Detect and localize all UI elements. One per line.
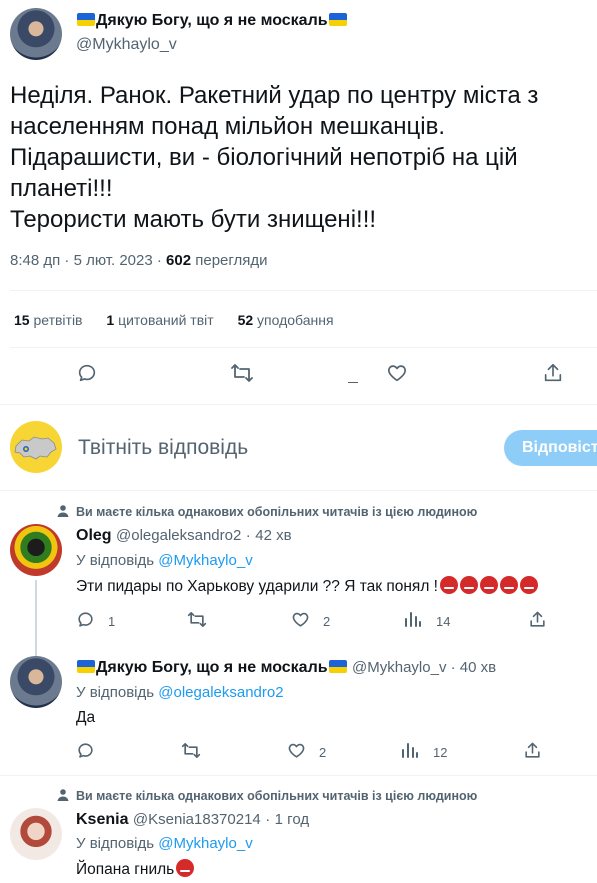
tweet-text-line: Терористи мають бути знищені!!! bbox=[10, 206, 377, 233]
reply-icon[interactable] bbox=[76, 362, 98, 384]
tweet-text-line: населенням понад мільйон мешканців. bbox=[10, 113, 446, 140]
reply-header: Ksenia @Ksenia18370214 · 1 год bbox=[76, 811, 310, 828]
person-icon bbox=[56, 788, 70, 802]
my-avatar[interactable] bbox=[10, 421, 62, 473]
tweet-time[interactable]: 8:48 дп bbox=[10, 252, 60, 269]
retweet-icon[interactable] bbox=[187, 610, 207, 629]
replying-to-link[interactable]: @olegaleksandro2 bbox=[158, 684, 283, 701]
retweets-stat[interactable]: 15 ретвітів bbox=[14, 312, 83, 328]
tweet-text: Неділя. Ранок. Ракетний удар по центру м… bbox=[10, 80, 590, 235]
ukraine-flag-icon bbox=[77, 13, 95, 26]
views-icon[interactable] bbox=[401, 741, 419, 759]
reply-avatar[interactable] bbox=[10, 808, 62, 860]
reply-avatar[interactable] bbox=[10, 524, 62, 576]
like-count: 2 bbox=[323, 614, 331, 629]
bookmark-placeholder-icon[interactable] bbox=[348, 382, 358, 383]
tweet-stats: 15 ретвітів 1 цитований твіт 52 уподобан… bbox=[14, 312, 334, 328]
replying-to: У відповідь @Mykhaylo_v bbox=[76, 552, 253, 569]
like-count: 2 bbox=[319, 745, 327, 760]
author-handle[interactable]: @Mykhaylo_v bbox=[76, 36, 177, 54]
view-count: 14 bbox=[436, 614, 451, 629]
reply-header: Дякую Богу, що я не москаль @Mykhaylo_v … bbox=[76, 659, 496, 677]
ukraine-flag-icon bbox=[77, 660, 95, 673]
replying-to-link[interactable]: @Mykhaylo_v bbox=[158, 835, 252, 852]
reply-compose-input[interactable]: Твітніть відповідь bbox=[78, 436, 248, 460]
divider bbox=[10, 347, 597, 348]
reply-text: Эти пидары по Харькову ударили ?? Я так … bbox=[76, 576, 538, 596]
retweet-icon[interactable] bbox=[230, 362, 254, 384]
reply-avatar[interactable] bbox=[10, 656, 62, 708]
angry-face-icon bbox=[479, 576, 498, 594]
reply-time[interactable]: 40 хв bbox=[460, 659, 496, 676]
share-icon[interactable] bbox=[542, 362, 564, 384]
angry-face-icon bbox=[176, 859, 195, 877]
reply-time[interactable]: 1 год bbox=[275, 811, 309, 828]
reply-icon[interactable] bbox=[76, 741, 95, 760]
reply-icon[interactable] bbox=[76, 610, 95, 629]
view-count: 12 bbox=[433, 745, 448, 760]
share-icon[interactable] bbox=[528, 610, 547, 629]
reply-count: 1 bbox=[108, 614, 116, 629]
reply-text: Да bbox=[76, 709, 96, 726]
reply-handle[interactable]: @Mykhaylo_v bbox=[352, 659, 446, 676]
divider bbox=[10, 290, 597, 291]
share-icon[interactable] bbox=[523, 741, 542, 760]
person-icon bbox=[56, 504, 70, 518]
like-icon[interactable] bbox=[287, 741, 306, 760]
likes-stat[interactable]: 52 уподобання bbox=[238, 312, 334, 328]
reply-header: Oleg @olegaleksandro2 · 42 хв bbox=[76, 527, 292, 544]
divider bbox=[0, 490, 597, 491]
tweet-meta: 8:48 дп · 5 лют. 2023 · 602 перегляди bbox=[10, 252, 268, 269]
angry-face-icon bbox=[499, 576, 518, 594]
mutual-followers-note: Ви маєте кілька однакових обопільних чит… bbox=[76, 505, 478, 519]
tweet-text-line: планеті!!! bbox=[10, 175, 113, 202]
angry-face-icon bbox=[439, 576, 458, 594]
replying-to: У відповідь @Mykhaylo_v bbox=[76, 835, 253, 852]
replying-to-link[interactable]: @Mykhaylo_v bbox=[158, 552, 252, 569]
views-label: перегляди bbox=[195, 252, 268, 269]
views-icon[interactable] bbox=[404, 610, 422, 628]
tweet-text-line: Неділя. Ранок. Ракетний удар по центру м… bbox=[10, 82, 539, 109]
quotes-stat[interactable]: 1 цитований твіт bbox=[106, 312, 213, 328]
like-icon[interactable] bbox=[386, 362, 408, 384]
divider bbox=[0, 775, 597, 776]
retweet-icon[interactable] bbox=[181, 741, 201, 760]
divider bbox=[0, 404, 597, 405]
tweet-text-line: Підарашисти, ви - біологічний непотріб н… bbox=[10, 144, 518, 171]
author-avatar[interactable] bbox=[10, 8, 62, 60]
reply-text: Йопана гниль bbox=[76, 859, 195, 879]
ukraine-map-icon bbox=[14, 436, 57, 460]
like-icon[interactable] bbox=[291, 610, 310, 629]
tweet-date[interactable]: 5 лют. 2023 bbox=[74, 252, 153, 269]
thread-line bbox=[35, 580, 37, 656]
ukraine-flag-icon bbox=[328, 13, 347, 26]
replying-to: У відповідь @olegaleksandro2 bbox=[76, 684, 284, 701]
angry-face-icon bbox=[519, 576, 538, 594]
reply-time[interactable]: 42 хв bbox=[255, 527, 291, 544]
views-count: 602 bbox=[166, 252, 192, 269]
ukraine-flag-icon bbox=[328, 660, 347, 673]
reply-display-name[interactable]: Oleg bbox=[76, 527, 112, 544]
angry-face-icon bbox=[459, 576, 478, 594]
reply-display-name[interactable]: Ksenia bbox=[76, 811, 128, 828]
reply-submit-button[interactable]: Відповісти bbox=[504, 430, 597, 466]
author-display-name[interactable]: Дякую Богу, що я не москаль bbox=[76, 12, 348, 30]
reply-handle[interactable]: @olegaleksandro2 bbox=[116, 527, 241, 544]
reply-display-name[interactable]: Дякую Богу, що я не москаль bbox=[76, 659, 348, 676]
mutual-followers-note: Ви маєте кілька однакових обопільних чит… bbox=[76, 789, 478, 803]
reply-handle[interactable]: @Ksenia18370214 bbox=[133, 811, 261, 828]
